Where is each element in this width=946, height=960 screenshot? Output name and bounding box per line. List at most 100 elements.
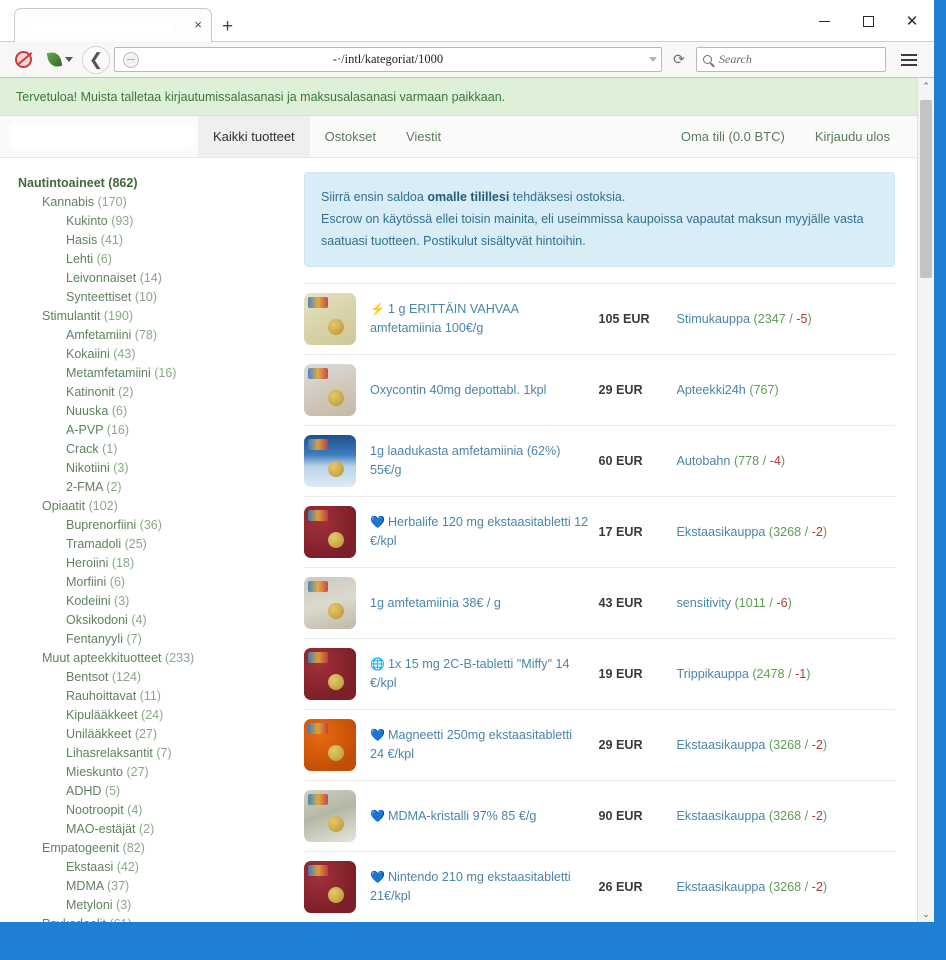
- product-vendor[interactable]: Ekstaasikauppa (3268 / -2): [677, 809, 896, 823]
- product-thumbnail[interactable]: [304, 435, 356, 487]
- product-title[interactable]: 💙 Nintendo 210 mg ekstaasitabletti 21€/kp…: [370, 868, 599, 906]
- sidebar-category-metyloni[interactable]: Metyloni (3): [66, 896, 300, 915]
- product-row[interactable]: 💙 Herbalife 120 mg ekstaasitabletti 12 €/…: [304, 496, 895, 567]
- product-vendor[interactable]: Ekstaasikauppa (3268 / -2): [677, 525, 896, 539]
- product-title[interactable]: 💙 MDMA-kristalli 97% 85 €/g: [370, 807, 599, 826]
- product-title[interactable]: Oxycontin 40mg depottabl. 1kpl: [370, 381, 599, 400]
- sidebar-category-rauhoittavat[interactable]: Rauhoittavat (11): [66, 687, 300, 706]
- product-vendor[interactable]: sensitivity (1011 / -6): [677, 596, 896, 610]
- menu-icon[interactable]: [892, 45, 926, 75]
- new-tab-icon[interactable]: +: [222, 17, 233, 36]
- nav-orders[interactable]: Ostokset: [310, 116, 391, 157]
- scroll-up-icon[interactable]: ⌃: [918, 78, 934, 95]
- product-thumbnail[interactable]: [304, 648, 356, 700]
- sidebar-category-ekstaasi[interactable]: Ekstaasi (42): [66, 858, 300, 877]
- sidebar-category-lehti[interactable]: Lehti (6): [66, 250, 300, 269]
- product-vendor[interactable]: Ekstaasikauppa (3268 / -2): [677, 880, 896, 894]
- product-vendor[interactable]: Ekstaasikauppa (3268 / -2): [677, 738, 896, 752]
- page-scrollbar[interactable]: ⌃ ⌄: [917, 78, 934, 922]
- sidebar-category-katinonit[interactable]: Katinonit (2): [66, 383, 300, 402]
- sidebar-category-bentsot[interactable]: Bentsot (124): [66, 668, 300, 687]
- product-row[interactable]: 🌐 1x 15 mg 2C-B-tabletti "Miffy" 14 €/kpl…: [304, 638, 895, 709]
- url-bar[interactable]: -·/intl/kategoriat/1000: [114, 47, 662, 72]
- sidebar-category-nootroopit[interactable]: Nootroopit (4): [66, 801, 300, 820]
- reload-icon[interactable]: ⟳: [668, 51, 690, 68]
- product-title[interactable]: ⚡ 1 g ERITTÄIN VAHVAA amfetamiinia 100€/g: [370, 300, 599, 338]
- site-logo[interactable]: [0, 116, 198, 157]
- sidebar-category-a-pvp[interactable]: A-PVP (16): [66, 421, 300, 440]
- product-title[interactable]: 🌐 1x 15 mg 2C-B-tabletti "Miffy" 14 €/kpl: [370, 655, 599, 693]
- product-thumbnail[interactable]: [304, 719, 356, 771]
- close-button[interactable]: ✕: [890, 0, 934, 42]
- nav-logout[interactable]: Kirjaudu ulos: [800, 116, 905, 157]
- sidebar-category-buprenorfiini[interactable]: Buprenorfiini (36): [66, 516, 300, 535]
- sidebar-category-mao-est-j-t[interactable]: MAO-estäjät (2): [66, 820, 300, 839]
- product-row[interactable]: 💙 Nintendo 210 mg ekstaasitabletti 21€/kp…: [304, 851, 895, 922]
- sidebar-category-kipul-kkeet[interactable]: Kipulääkkeet (24): [66, 706, 300, 725]
- sidebar-category-hasis[interactable]: Hasis (41): [66, 231, 300, 250]
- product-title[interactable]: 1g laadukasta amfetamiinia (62%) 55€/g: [370, 442, 599, 480]
- minimize-button[interactable]: [802, 0, 846, 42]
- sidebar-category-mieskunto[interactable]: Mieskunto (27): [66, 763, 300, 782]
- privacy-extension-icon[interactable]: [46, 49, 74, 71]
- info-line1-link[interactable]: omalle tilillesi: [427, 190, 509, 204]
- product-vendor[interactable]: Trippikauppa (2478 / -1): [677, 667, 896, 681]
- product-row[interactable]: Oxycontin 40mg depottabl. 1kpl 29 EUR Apte…: [304, 354, 895, 425]
- product-thumbnail[interactable]: [304, 861, 356, 913]
- sidebar-category-empatogeenit[interactable]: Empatogeenit (82): [42, 839, 300, 858]
- nav-all-products[interactable]: Kaikki tuotteet: [198, 116, 310, 157]
- sidebar-category-fentanyyli[interactable]: Fentanyyli (7): [66, 630, 300, 649]
- sidebar-category-heroiini[interactable]: Heroiini (18): [66, 554, 300, 573]
- sidebar-category-lihasrelaksantit[interactable]: Lihasrelaksantit (7): [66, 744, 300, 763]
- sidebar-category-mdma[interactable]: MDMA (37): [66, 877, 300, 896]
- sidebar-category-crack[interactable]: Crack (1): [66, 440, 300, 459]
- sidebar-category-unil-kkeet[interactable]: Unilääkkeet (27): [66, 725, 300, 744]
- sidebar-category-oksikodoni[interactable]: Oksikodoni (4): [66, 611, 300, 630]
- product-vendor[interactable]: Autobahn (778 / -4): [677, 454, 896, 468]
- browser-search-input[interactable]: Search: [696, 47, 886, 72]
- product-title[interactable]: 1g amfetamiinia 38€ / g: [370, 594, 599, 613]
- product-vendor[interactable]: Apteekki24h (767): [677, 383, 896, 397]
- product-thumbnail[interactable]: [304, 790, 356, 842]
- sidebar-category-psykedeelit[interactable]: Psykedeelit (61): [42, 915, 300, 922]
- product-title[interactable]: 💙 Magneetti 250mg ekstaasitabletti 24 €/k…: [370, 726, 599, 764]
- product-row[interactable]: ⚡ 1 g ERITTÄIN VAHVAA amfetamiinia 100€/g…: [304, 283, 895, 354]
- product-title[interactable]: 💙 Herbalife 120 mg ekstaasitabletti 12 €/…: [370, 513, 599, 551]
- sidebar-category-kokaiini[interactable]: Kokaiini (43): [66, 345, 300, 364]
- sidebar-category-nikotiini[interactable]: Nikotiini (3): [66, 459, 300, 478]
- sidebar-category-tramadoli[interactable]: Tramadoli (25): [66, 535, 300, 554]
- product-row[interactable]: 1g amfetamiinia 38€ / g 43 EUR sensitivity…: [304, 567, 895, 638]
- product-row[interactable]: 💙 MDMA-kristalli 97% 85 €/g 90 EUR Ekstaasi…: [304, 780, 895, 851]
- nav-messages[interactable]: Viestit: [391, 116, 456, 157]
- browser-tab[interactable]: ×: [14, 8, 212, 42]
- product-vendor[interactable]: Stimukauppa (2347 / -5): [677, 312, 896, 326]
- close-icon[interactable]: ×: [194, 18, 202, 32]
- sidebar-category-metamfetamiini[interactable]: Metamfetamiini (16): [66, 364, 300, 383]
- product-thumbnail[interactable]: [304, 577, 356, 629]
- scrollbar-thumb[interactable]: [920, 100, 932, 278]
- sidebar-category-nuuska[interactable]: Nuuska (6): [66, 402, 300, 421]
- sidebar-category-opiaatit[interactable]: Opiaatit (102): [42, 497, 300, 516]
- back-button[interactable]: ❮: [82, 45, 110, 74]
- nav-my-account[interactable]: Oma tili (0.0 BTC): [666, 116, 800, 157]
- scroll-down-icon[interactable]: ⌄: [918, 906, 934, 922]
- sidebar-category-morfiini[interactable]: Morfiini (6): [66, 573, 300, 592]
- sidebar-category-2-fma[interactable]: 2-FMA (2): [66, 478, 300, 497]
- sidebar-category-kodeiini[interactable]: Kodeiini (3): [66, 592, 300, 611]
- product-thumbnail[interactable]: [304, 506, 356, 558]
- maximize-button[interactable]: [846, 0, 890, 42]
- product-row[interactable]: Psilocybe Cubensis 5g40 EURMykologi (319…: [304, 922, 895, 923]
- product-row[interactable]: 1g laadukasta amfetamiinia (62%) 55€/g 60…: [304, 425, 895, 496]
- sidebar-category-stimulantit[interactable]: Stimulantit (190): [42, 307, 300, 326]
- product-thumbnail[interactable]: [304, 293, 356, 345]
- sidebar-category-adhd[interactable]: ADHD (5): [66, 782, 300, 801]
- sidebar-category-synteettiset[interactable]: Synteettiset (10): [66, 288, 300, 307]
- sidebar-category-muut-apteekkituotteet[interactable]: Muut apteekkituotteet (233): [42, 649, 300, 668]
- sidebar-category-kannabis[interactable]: Kannabis (170): [42, 193, 300, 212]
- sidebar-category-kukinto[interactable]: Kukinto (93): [66, 212, 300, 231]
- sidebar-category-nautintoaineet[interactable]: Nautintoaineet (862): [18, 174, 300, 193]
- sidebar-category-leivonnaiset[interactable]: Leivonnaiset (14): [66, 269, 300, 288]
- product-thumbnail[interactable]: [304, 364, 356, 416]
- product-row[interactable]: 💙 Magneetti 250mg ekstaasitabletti 24 €/k…: [304, 709, 895, 780]
- sidebar-category-amfetamiini[interactable]: Amfetamiini (78): [66, 326, 300, 345]
